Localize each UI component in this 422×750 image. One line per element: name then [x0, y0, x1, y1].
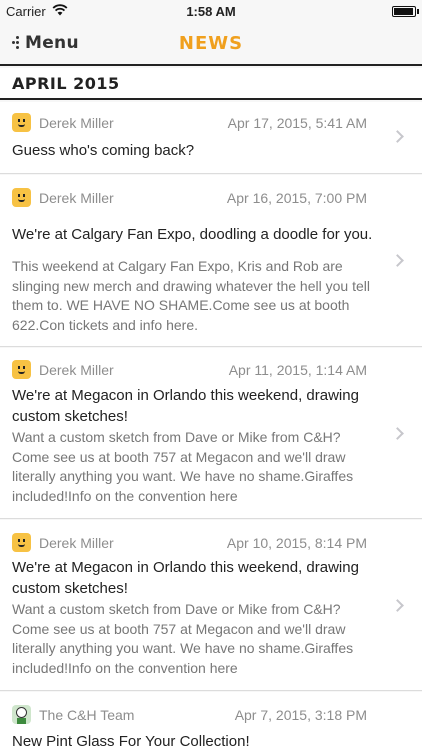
author-name: Derek Miller — [39, 535, 114, 551]
navigation-bar: Menu NEWS — [0, 22, 422, 66]
author-avatar — [12, 360, 31, 379]
status-time: 1:58 AM — [186, 4, 236, 19]
post-date: Apr 7, 2015, 3:18 PM — [234, 707, 367, 723]
news-item[interactable]: Derek Miller Apr 11, 2015, 1:14 AM We're… — [0, 348, 422, 519]
author-name: Derek Miller — [39, 362, 114, 378]
author-name: Derek Miller — [39, 115, 114, 131]
status-bar: Carrier 1:58 AM — [0, 0, 422, 22]
chevron-right-icon — [391, 130, 404, 143]
section-title: APRIL 2015 — [12, 74, 120, 93]
post-title: Guess who's coming back? — [12, 142, 195, 159]
news-item[interactable]: Derek Miller Apr 17, 2015, 5:41 AM Guess… — [0, 102, 422, 174]
post-date: Apr 11, 2015, 1:14 AM — [228, 362, 367, 378]
author-avatar — [12, 113, 31, 132]
section-header: APRIL 2015 — [0, 68, 422, 100]
author-avatar — [12, 533, 31, 552]
author-name: The C&H Team — [39, 707, 135, 723]
post-body: Want a custom sketch from Dave or Mike f… — [12, 429, 354, 504]
chevron-right-icon — [391, 599, 404, 612]
post-body: Want a custom sketch from Dave or Mike f… — [12, 601, 354, 676]
post-title: New Pint Glass For Your Collection! — [12, 733, 250, 750]
author-avatar — [12, 188, 31, 207]
post-title: We're at Calgary Fan Expo, doodling a do… — [12, 226, 373, 243]
chevron-right-icon — [391, 254, 404, 267]
chevron-right-icon — [391, 427, 404, 440]
news-item[interactable]: The C&H Team Apr 7, 2015, 3:18 PM New Pi… — [0, 692, 422, 750]
page-title: NEWS — [178, 33, 244, 54]
post-body: This weekend at Calgary Fan Expo, Kris a… — [12, 258, 370, 333]
news-item[interactable]: Derek Miller Apr 16, 2015, 7:00 PM We're… — [0, 175, 422, 347]
news-item[interactable]: Derek Miller Apr 10, 2015, 8:14 PM We're… — [0, 520, 422, 691]
author-name: Derek Miller — [39, 190, 114, 206]
post-date: Apr 16, 2015, 7:00 PM — [226, 190, 367, 206]
post-title: We're at Megacon in Orlando this weekend… — [12, 559, 359, 597]
post-date: Apr 17, 2015, 5:41 AM — [227, 115, 367, 131]
post-date: Apr 10, 2015, 8:14 PM — [226, 535, 367, 551]
author-avatar — [12, 705, 31, 724]
battery-icon — [392, 6, 419, 17]
post-title: We're at Megacon in Orlando this weekend… — [12, 387, 359, 425]
